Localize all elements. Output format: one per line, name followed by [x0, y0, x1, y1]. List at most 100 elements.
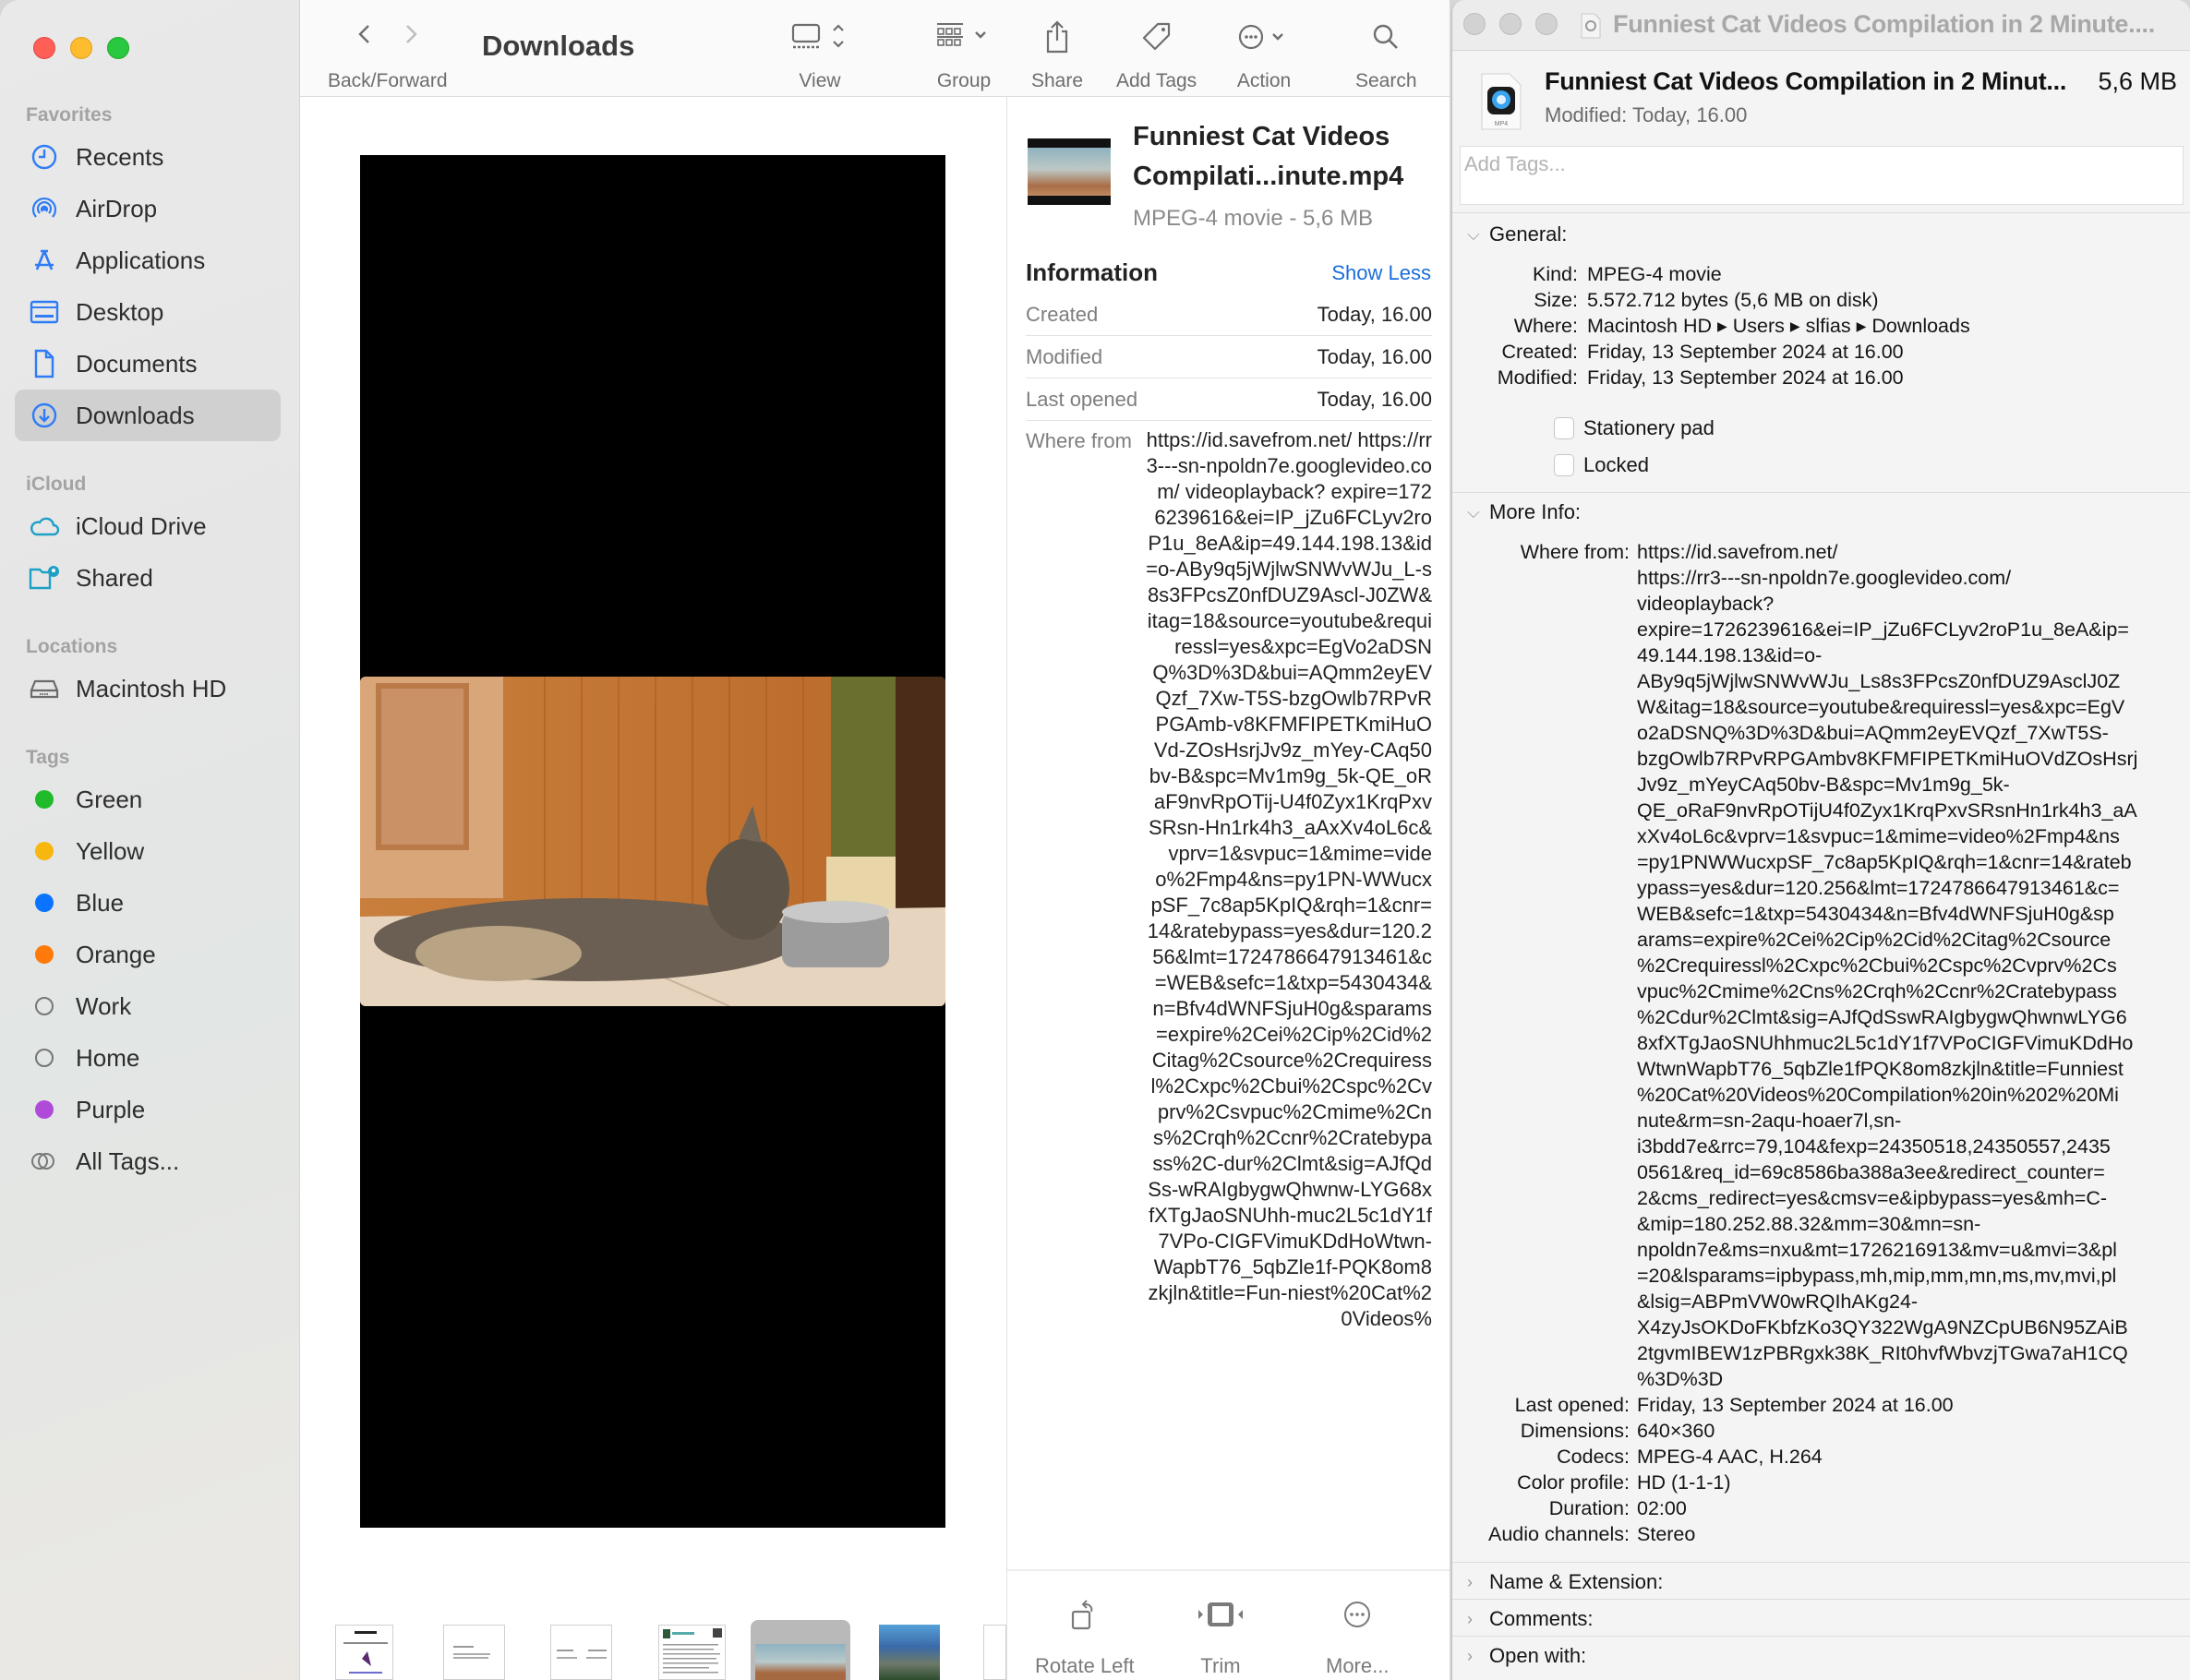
- sidebar-item-shared[interactable]: Shared: [15, 552, 281, 604]
- sidebar-tag-purple[interactable]: Purple: [15, 1084, 281, 1135]
- where-from-line: npoldn7e&ms=nxu&mt=1726216913&mv=u&mvi=3…: [1637, 1239, 2117, 1261]
- minimize-button[interactable]: [1499, 13, 1522, 35]
- sidebar-tag-orange[interactable]: Orange: [15, 929, 281, 980]
- where-from-line: bzgOwlb7RPvRPGAmbv8KFMFIPETKmiHuOVdZOsHs…: [1637, 748, 2138, 770]
- add-tags-input[interactable]: Add Tags...: [1460, 146, 2184, 205]
- sidebar-item-desktop[interactable]: Desktop: [15, 286, 281, 338]
- comments-header[interactable]: › Comments:: [1467, 1607, 1593, 1631]
- checkbox-box[interactable]: [1554, 454, 1574, 476]
- zoom-button[interactable]: [1535, 13, 1558, 35]
- file-name: Funniest Cat Videos Compilati...inute.mp…: [1133, 117, 1403, 197]
- add-tags-button[interactable]: Add Tags: [1116, 17, 1197, 92]
- open-with-section[interactable]: › Open with:: [1452, 1636, 2190, 1680]
- view-button[interactable]: View: [791, 17, 848, 92]
- thumbnail-research-document[interactable]: [658, 1625, 726, 1680]
- share-label: Share: [1031, 70, 1084, 91]
- thumbnail-sociology-document[interactable]: [335, 1625, 393, 1680]
- general-section-header[interactable]: ⌵ General:: [1467, 222, 1567, 246]
- finder-toolbar: Back/Forward Downloads View Group Share …: [300, 0, 1450, 97]
- thumbnail-partial-document[interactable]: [983, 1625, 1006, 1680]
- where-from-line: &lsig=ABPmVW0wRQIhAKg24-: [1637, 1290, 1919, 1313]
- sidebar-item-downloads[interactable]: Downloads: [15, 390, 281, 441]
- sidebar-item-label: Macintosh HD: [76, 674, 227, 702]
- trim-label: Trim: [1200, 1654, 1241, 1677]
- where-from-line: vpuc%2Cmime%2Cns%2Crqh%2Ccnr%2Cratebypas…: [1637, 980, 2117, 1002]
- zoom-button[interactable]: [107, 37, 129, 59]
- sidebar-item-airdrop[interactable]: AirDrop: [15, 183, 281, 234]
- thumbnail-two-column-document[interactable]: [550, 1625, 612, 1680]
- action-label: Action: [1236, 70, 1292, 91]
- row-label: Audio channels:: [1488, 1523, 1630, 1545]
- get-info-window: Funniest Cat Videos Compilation in 2 Min…: [1451, 0, 2190, 1680]
- yellow-tag-icon: [28, 834, 61, 868]
- general-heading: General:: [1489, 222, 1568, 246]
- sidebar-tag-home[interactable]: Home: [15, 1032, 281, 1084]
- row-value: Macintosh HD ▸ Users ▸ slfias ▸ Download…: [1587, 315, 1970, 337]
- row-label: Last opened:: [1514, 1394, 1630, 1416]
- checkbox-box[interactable]: [1554, 417, 1574, 439]
- thumbnail-sosialisasi-photo[interactable]: [879, 1625, 940, 1680]
- row-label: Duration:: [1548, 1497, 1630, 1519]
- where-from-line: W&itag=18&source=youtube&requiressl=yes&…: [1637, 696, 2125, 718]
- close-button[interactable]: [1463, 13, 1486, 35]
- forward-button[interactable]: [402, 20, 420, 54]
- sidebar-item-all-tags[interactable]: All Tags...: [15, 1135, 281, 1187]
- locked-checkbox[interactable]: Locked: [1554, 453, 1649, 477]
- stationery-pad-checkbox[interactable]: Stationery pad: [1554, 416, 1715, 440]
- where-from-line: o2aDSNQ%3D%3D&bui=AQmm2eyEVQzf_7XwT5S-: [1637, 722, 2109, 744]
- download-icon: [28, 399, 61, 432]
- share-button[interactable]: Share: [1031, 17, 1083, 92]
- where-from-line: ABy9q5jWjlwSNWvWJu_Ls8s3FPcsZ0nfDUZ9Ascl…: [1637, 670, 2121, 692]
- show-less-link[interactable]: Show Less: [1331, 261, 1431, 285]
- finder-window: Favorites Recents AirDrop Applications D…: [0, 0, 1450, 1680]
- close-button[interactable]: [33, 37, 55, 59]
- where-from-line: 49.144.198.13&id=o-: [1637, 644, 1823, 666]
- sidebar-item-applications[interactable]: Applications: [15, 234, 281, 286]
- video-preview[interactable]: [360, 155, 945, 1528]
- name-extension-heading: Name & Extension:: [1489, 1570, 1664, 1593]
- sidebar-item-macintosh-hd[interactable]: Macintosh HD: [15, 663, 281, 714]
- sidebar-item-recents[interactable]: Recents: [15, 131, 281, 183]
- group-button[interactable]: Group: [935, 17, 993, 92]
- window-title: Downloads: [482, 30, 635, 62]
- gallery-preview: [300, 97, 1006, 1680]
- row-value: 640×360: [1637, 1420, 1715, 1442]
- add-tags-label: Add Tags: [1116, 70, 1197, 91]
- where-from-line: %3D%3D: [1637, 1368, 1724, 1390]
- where-from-line: https://id.savefrom.net/: [1637, 541, 1838, 563]
- comments-section[interactable]: › Comments:: [1452, 1599, 2190, 1636]
- get-info-titlebar[interactable]: Funniest Cat Videos Compilation in 2 Min…: [1452, 0, 2190, 51]
- row-value: 5.572.712 bytes (5,6 MB on disk): [1587, 289, 1879, 311]
- cat-video-image: [360, 677, 945, 1006]
- sidebar-tag-yellow[interactable]: Yellow: [15, 825, 281, 877]
- action-button[interactable]: Action: [1236, 17, 1292, 92]
- sidebar-tag-green[interactable]: Green: [15, 774, 281, 825]
- thumbnail-letter-document[interactable]: [443, 1625, 505, 1680]
- more-button[interactable]: More...: [1326, 1599, 1389, 1678]
- stationery-pad-label: Stationery pad: [1583, 416, 1715, 439]
- sidebar-item-documents[interactable]: Documents: [15, 338, 281, 390]
- thumbnail-cat-video-selected[interactable]: [751, 1620, 850, 1680]
- name-extension-section[interactable]: › Name & Extension:: [1452, 1562, 2190, 1599]
- rotate-left-button[interactable]: Rotate Left: [1035, 1599, 1135, 1678]
- sidebar-item-label: Blue: [76, 888, 125, 917]
- name-extension-header[interactable]: › Name & Extension:: [1467, 1570, 1663, 1594]
- more-info-section-header[interactable]: ⌵ More Info:: [1467, 500, 1581, 524]
- sidebar-item-icloud-drive[interactable]: iCloud Drive: [15, 500, 281, 552]
- open-with-header[interactable]: › Open with:: [1467, 1644, 1586, 1668]
- get-info-modified: Modified: Today, 16.00: [1545, 103, 1748, 126]
- back-button[interactable]: [355, 20, 374, 54]
- gallery-thumbnail-strip: [300, 1583, 1006, 1680]
- where-from-line: 2tgvmIBEW1zPBRgxk38K_RIt0hvfWbvzjTGwa7aH…: [1637, 1342, 2128, 1364]
- search-label: Search: [1355, 70, 1417, 91]
- window-controls-inactive: [1463, 13, 1558, 35]
- minimize-button[interactable]: [70, 37, 92, 59]
- cloud-icon: [28, 510, 61, 543]
- trim-button[interactable]: Trim: [1197, 1599, 1245, 1678]
- sidebar-tag-work[interactable]: Work: [15, 980, 281, 1032]
- general-section: ⌵ General: Kind: MPEG-4 movie Size: 5.57…: [1452, 212, 2190, 489]
- search-button[interactable]: Search: [1355, 17, 1417, 92]
- sidebar-tag-blue[interactable]: Blue: [15, 877, 281, 929]
- share-icon: [1043, 17, 1071, 57]
- info-value: Today, 16.00: [1317, 388, 1432, 411]
